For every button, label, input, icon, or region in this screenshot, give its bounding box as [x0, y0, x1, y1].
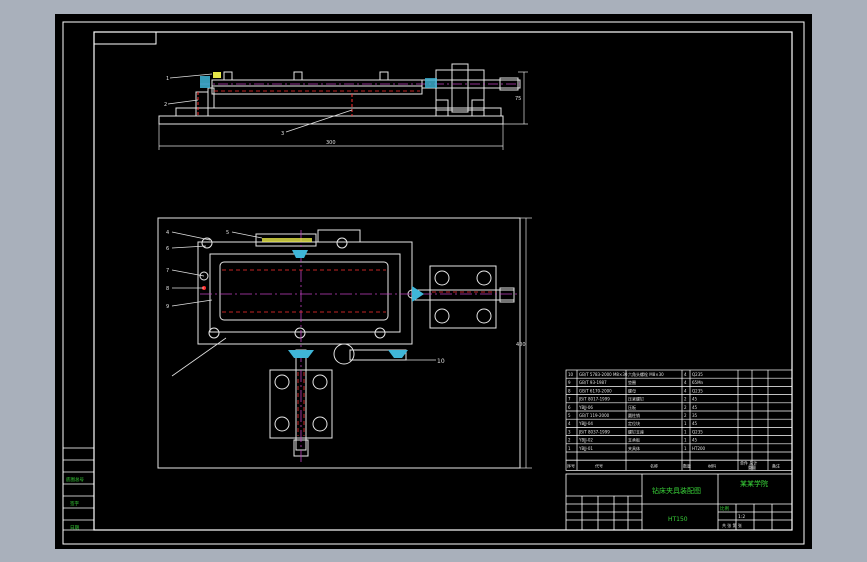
front-yellow-part	[213, 72, 221, 78]
callout-3: 3	[281, 131, 284, 137]
bom-cell-material: 45	[692, 421, 698, 426]
bom-cell-name: 支承板	[628, 437, 640, 443]
bom-cell-material: 45	[692, 438, 698, 443]
drawing-sheet	[55, 14, 812, 549]
bom-header-no: 序号	[567, 462, 575, 468]
bom-cell-material: Q235	[692, 372, 703, 377]
bom-cell-name: 垫圈	[628, 379, 636, 385]
bom-header-mass: 重量	[748, 464, 756, 470]
bom-cell-code: GB/T 6170-2000	[579, 388, 612, 393]
bom-cell-name: 定位块	[628, 420, 640, 426]
yellow-clamp	[262, 238, 312, 242]
bom-cell-no: 10	[568, 372, 574, 377]
bom-header-name: 名称	[650, 462, 658, 468]
drawing-title: 钻床夹具装配图	[652, 486, 701, 495]
bom-cell-code: GB/T 119-2000	[579, 413, 610, 418]
bom-cell-name: 螺母	[628, 387, 636, 393]
callout-9: 9	[166, 304, 169, 310]
front-cyan-screw	[425, 78, 437, 88]
material-label: HT150	[668, 516, 688, 523]
bom-cell-name: 压板	[628, 404, 636, 410]
bom-cell-material: 45	[692, 405, 698, 410]
bom-cell-code: GB/T 5783-2000 M8×30	[579, 372, 628, 377]
bom-cell-code: JB/T 8037-1999	[578, 429, 610, 434]
school-name: 某某学院	[740, 479, 768, 488]
callout-7: 7	[166, 268, 169, 274]
bom-cell-code: YBJJ-02	[578, 438, 593, 443]
bom-cell-material: Q235	[692, 429, 703, 434]
bom-cell-code: JB/T 8017-1999	[578, 397, 610, 402]
callout-8: 8	[166, 286, 169, 292]
sheet-info: 共 张 第 张	[722, 522, 742, 528]
bom-header-code: 代号	[595, 462, 603, 468]
front-cyan-part	[200, 76, 210, 88]
bom-cell-name: 夹具体	[628, 445, 640, 451]
cad-drawing: 1 2 3 300 75 4 5 6 7 8 9 10 400 底图总号 签字 …	[55, 14, 812, 549]
callout-2: 2	[164, 102, 167, 108]
scale-value: 1:2	[738, 514, 745, 520]
side-label-2: 签字	[70, 500, 79, 507]
bom-cell-code: YBJJ-01	[578, 446, 593, 451]
callout-5: 5	[226, 230, 229, 236]
side-label-3: 日期	[70, 525, 79, 531]
bom-cell-name: 螺钉支座	[628, 428, 644, 434]
dim-height-text: 75	[515, 96, 521, 102]
bom-cell-code: YBJJ-06	[578, 405, 593, 410]
bom-cell-name: 压紧螺钉	[628, 396, 644, 402]
bom-cell-code: YBJJ-04	[578, 421, 593, 426]
bom-header-qty: 数量	[683, 462, 691, 468]
bom-cell-material: 45	[692, 397, 698, 402]
callout-10: 10	[437, 358, 445, 365]
callout-6: 6	[166, 246, 169, 252]
callout-1: 1	[166, 76, 169, 82]
bom-cell-name: 六角头螺栓 M8×30	[628, 371, 664, 377]
dim-width-text: 300	[326, 140, 336, 146]
dim-tv-text: 400	[516, 342, 526, 348]
bom-cell-name: 圆柱销	[628, 412, 640, 418]
bom-header-material: 材料	[708, 462, 716, 468]
bom-cell-material: HT200	[692, 446, 706, 451]
bom-cell-material: 35	[692, 413, 698, 418]
scale-label: 比例	[720, 505, 729, 512]
callout-4: 4	[166, 230, 169, 236]
bom-cell-material: 65Mn	[692, 380, 704, 385]
bom-header-note: 备注	[772, 462, 780, 468]
bom-cell-code: GB/T 93-1987	[579, 380, 607, 385]
bom-cell-material: Q235	[692, 388, 703, 393]
side-label-1: 底图总号	[66, 476, 84, 483]
